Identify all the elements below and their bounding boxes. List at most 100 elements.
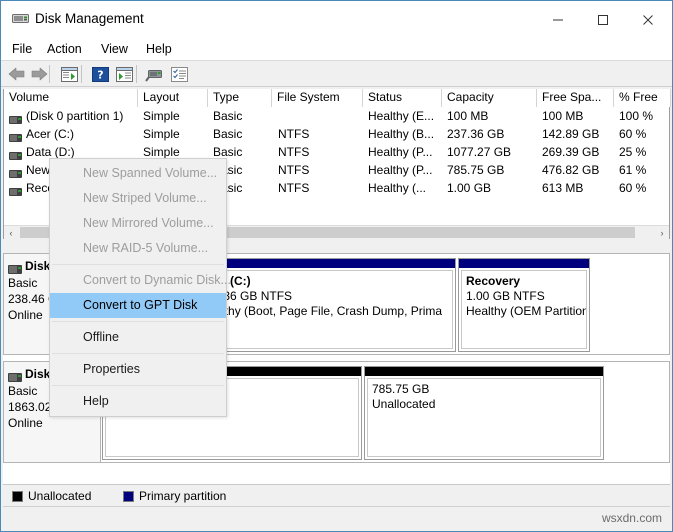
menu-item-help[interactable]: Help [50,389,226,414]
menu-item-properties[interactable]: Properties [50,357,226,382]
cell-free-space: 269.39 GB [542,145,600,159]
legend-label-unallocated: Unallocated [28,489,92,503]
show-action-pane-icon[interactable] [114,65,134,83]
menu-item-new-spanned-volume[interactable]: New Spanned Volume... [50,161,226,186]
table-row[interactable]: (Disk 0 partition 1) Simple Basic Health… [4,108,669,126]
partition-0-2[interactable]: Recovery 1.00 GB NTFS Healthy (OEM Parti… [458,258,590,352]
disk-management-icon [12,11,29,27]
help-icon[interactable]: ? [90,65,110,83]
menu-separator [52,353,224,354]
partition-0-1[interactable]: Acer (C:) 237.36 GB NTFS Healthy (Boot, … [192,258,456,352]
cell-capacity: 237.36 GB [447,127,505,141]
cell-layout: Simple [143,127,180,141]
menu-item-new-raid5-volume[interactable]: New RAID-5 Volume... [50,236,226,261]
menu-file[interactable]: File [5,41,39,57]
minimize-button[interactable] [535,1,580,38]
menu-help[interactable]: Help [139,41,179,57]
partition-color-bar [193,259,455,268]
cell-type: Basic [213,109,243,123]
column-header-type[interactable]: Type [208,89,272,107]
partition-0-1-body: Acer (C:) 237.36 GB NTFS Healthy (Boot, … [195,270,453,349]
cell-file-system: NTFS [278,127,310,141]
menu-item-new-striped-volume[interactable]: New Striped Volume... [50,186,226,211]
column-header-free-space[interactable]: Free Spa... [537,89,614,107]
scroll-left-arrow-icon[interactable]: ‹ [4,226,18,239]
partition-title: Acer (C:) [200,274,251,288]
volume-list-header: Volume Layout Type File System Status Ca… [4,89,671,107]
table-row[interactable]: Acer (C:) Simple Basic NTFS Healthy (B..… [4,126,669,144]
cell-type: Basic [213,127,243,141]
menu-view[interactable]: View [94,41,135,57]
cell-capacity: 785.75 GB [447,163,505,177]
volume-icon [9,167,22,178]
disk-0-status: Online [8,308,43,322]
svg-text:?: ? [97,68,103,81]
menu-bar: File Action View Help [1,38,672,61]
partition-line2: Unallocated [372,397,436,411]
properties-icon[interactable] [169,65,189,83]
minimize-icon [552,19,563,20]
maximize-button[interactable] [580,1,625,38]
cell-capacity: 1077.27 GB [447,145,512,159]
cell-free-space: 613 MB [542,181,584,195]
status-bar: wsxdn.com [3,506,670,530]
disk-icon [8,371,22,382]
cell-status: Healthy (B... [368,127,435,141]
cell-percent-free: 25 % [619,145,647,159]
cell-file-system: NTFS [278,163,310,177]
menu-item-convert-to-dynamic-disk[interactable]: Convert to Dynamic Disk... [50,268,231,293]
column-header-capacity[interactable]: Capacity [442,89,537,107]
cell-percent-free: 100 % [619,109,654,123]
menu-item-new-mirrored-volume[interactable]: New Mirrored Volume... [50,211,226,236]
menu-item-offline[interactable]: Offline [50,325,226,350]
partition-line1: 237.36 GB NTFS [200,289,293,303]
cell-percent-free: 60 % [619,181,647,195]
cell-capacity: 100 MB [447,109,489,123]
column-header-layout[interactable]: Layout [138,89,208,107]
cell-status: Healthy (... [368,181,427,195]
show-hide-console-tree-icon[interactable] [59,65,79,83]
toolbar: ? [1,61,672,87]
window-title: Disk Management [35,11,144,26]
cell-status: Healthy (P... [368,163,433,177]
cell-percent-free: 61 % [619,163,647,177]
close-button[interactable] [625,1,670,38]
partition-color-bar [365,367,603,376]
partition-line1: 1.00 GB NTFS [466,289,545,303]
disk-icon [8,263,22,274]
partition-1-1-body: 785.75 GB Unallocated [367,378,601,457]
toolbar-separator [49,65,50,83]
title-bar: Disk Management [1,1,672,38]
cell-percent-free: 60 % [619,127,647,141]
cell-volume: Acer (C:) [26,127,74,141]
column-header-volume[interactable]: Volume [4,89,138,107]
legend-label-primary-partition: Primary partition [139,489,227,503]
volume-icon [9,113,22,124]
column-header-file-system[interactable]: File System [272,89,363,107]
legend-swatch-primary-partition [123,491,134,502]
menu-separator [52,385,224,386]
cell-file-system: NTFS [278,145,310,159]
menu-item-convert-to-gpt-disk[interactable]: Convert to GPT Disk [50,293,226,318]
close-icon [642,14,653,25]
watermark: wsxdn.com [601,511,662,525]
menu-separator [52,321,224,322]
context-menu: New Spanned Volume... New Striped Volume… [49,158,231,417]
column-header-status[interactable]: Status [363,89,442,107]
column-header-percent-free[interactable]: % Free [614,89,671,107]
toolbar-separator [136,65,137,83]
rescan-disks-icon[interactable] [144,65,164,83]
partition-1-1[interactable]: 785.75 GB Unallocated [364,366,604,460]
cell-file-system: NTFS [278,181,310,195]
legend: Unallocated Primary partition [3,484,670,506]
disk-0-type: Basic [8,276,38,290]
disk-1-status: Online [8,416,43,430]
back-icon[interactable] [7,65,27,83]
menu-action[interactable]: Action [40,41,89,57]
scroll-right-arrow-icon[interactable]: › [655,226,669,239]
toolbar-separator [81,65,82,83]
partition-line2: Healthy (OEM Partition) [466,304,587,318]
forward-icon[interactable] [29,65,49,83]
disk-1-type: Basic [8,384,38,398]
cell-file-system [278,108,363,126]
